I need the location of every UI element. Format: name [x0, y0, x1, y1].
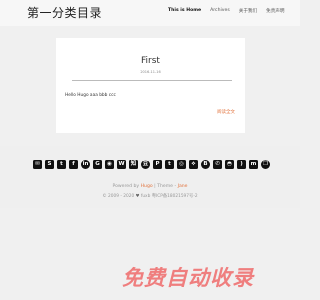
post-date: 2016-11-16: [140, 70, 161, 74]
post-excerpt: Hello Hugo aaa bbb ccc: [65, 93, 116, 98]
hugo-link[interactable]: Hugo: [141, 184, 153, 189]
douban-icon[interactable]: 豆: [141, 160, 150, 169]
nav-item-archives[interactable]: Archives: [210, 8, 230, 14]
powered-by: Powered by Hugo | Theme - Jane: [0, 184, 300, 189]
nav-item-disclaimer[interactable]: 免责声明: [266, 8, 284, 14]
theme-separator: | Theme -: [154, 184, 177, 189]
android-icon[interactable]: ◓: [225, 160, 234, 169]
wechat-icon[interactable]: ✆: [213, 160, 222, 169]
zhihu-icon[interactable]: 知: [129, 160, 138, 169]
theme-link[interactable]: Jane: [178, 184, 188, 189]
linkedin-icon[interactable]: in: [81, 160, 90, 169]
nav-item-home[interactable]: This is Home: [168, 8, 201, 14]
email-icon[interactable]: ✉: [33, 160, 42, 169]
pocket-icon[interactable]: P: [153, 160, 162, 169]
twitter-icon[interactable]: t: [57, 160, 66, 169]
stackoverflow-icon[interactable]: S: [45, 160, 54, 169]
nav-item-about[interactable]: 关于我们: [239, 8, 257, 14]
bilibili-icon[interactable]: B: [201, 160, 210, 169]
google-icon[interactable]: G: [93, 160, 102, 169]
github-icon[interactable]: ◉: [105, 160, 114, 169]
gitlab-icon[interactable]: ⟡: [189, 160, 198, 169]
tumblr-icon[interactable]: t: [165, 160, 174, 169]
post-divider: [72, 80, 232, 81]
instagram-icon[interactable]: ◎: [177, 160, 186, 169]
copyright: © 2009 - 2020 ♥ fuxb 粤ICP备18021597号-2: [0, 193, 300, 199]
weibo-icon[interactable]: W: [117, 160, 126, 169]
site-title[interactable]: 第一分类目录: [27, 4, 102, 21]
read-more-link[interactable]: 阅读全文: [217, 109, 235, 115]
copyright-owner: fuxb: [140, 194, 151, 199]
post-title[interactable]: First: [56, 56, 245, 66]
copyright-years: © 2009 - 2020: [102, 194, 135, 199]
rss-icon[interactable]: ): [237, 160, 246, 169]
mastodon-icon[interactable]: m: [249, 160, 258, 169]
facebook-icon[interactable]: f: [69, 160, 78, 169]
icp-number[interactable]: 粤ICP备18021597号-2: [152, 194, 198, 199]
heart-icon: ♥: [135, 194, 140, 199]
powered-by-label: Powered by: [112, 184, 140, 189]
copy-icon[interactable]: ❐: [261, 160, 270, 169]
site-header: 第一分类目录 This is Home Archives 关于我们 免责声明: [0, 0, 300, 26]
main-nav: This is Home Archives 关于我们 免责声明: [168, 8, 294, 14]
post-card: First 2016-11-16 Hello Hugo aaa bbb ccc …: [56, 38, 245, 133]
social-links: ✉ St f in G ◉ W 知豆 Pt ◎ ⟡ B ✆ ◓) m ❐: [33, 160, 270, 169]
watermark-logo: 免费自动收录: [122, 266, 254, 290]
